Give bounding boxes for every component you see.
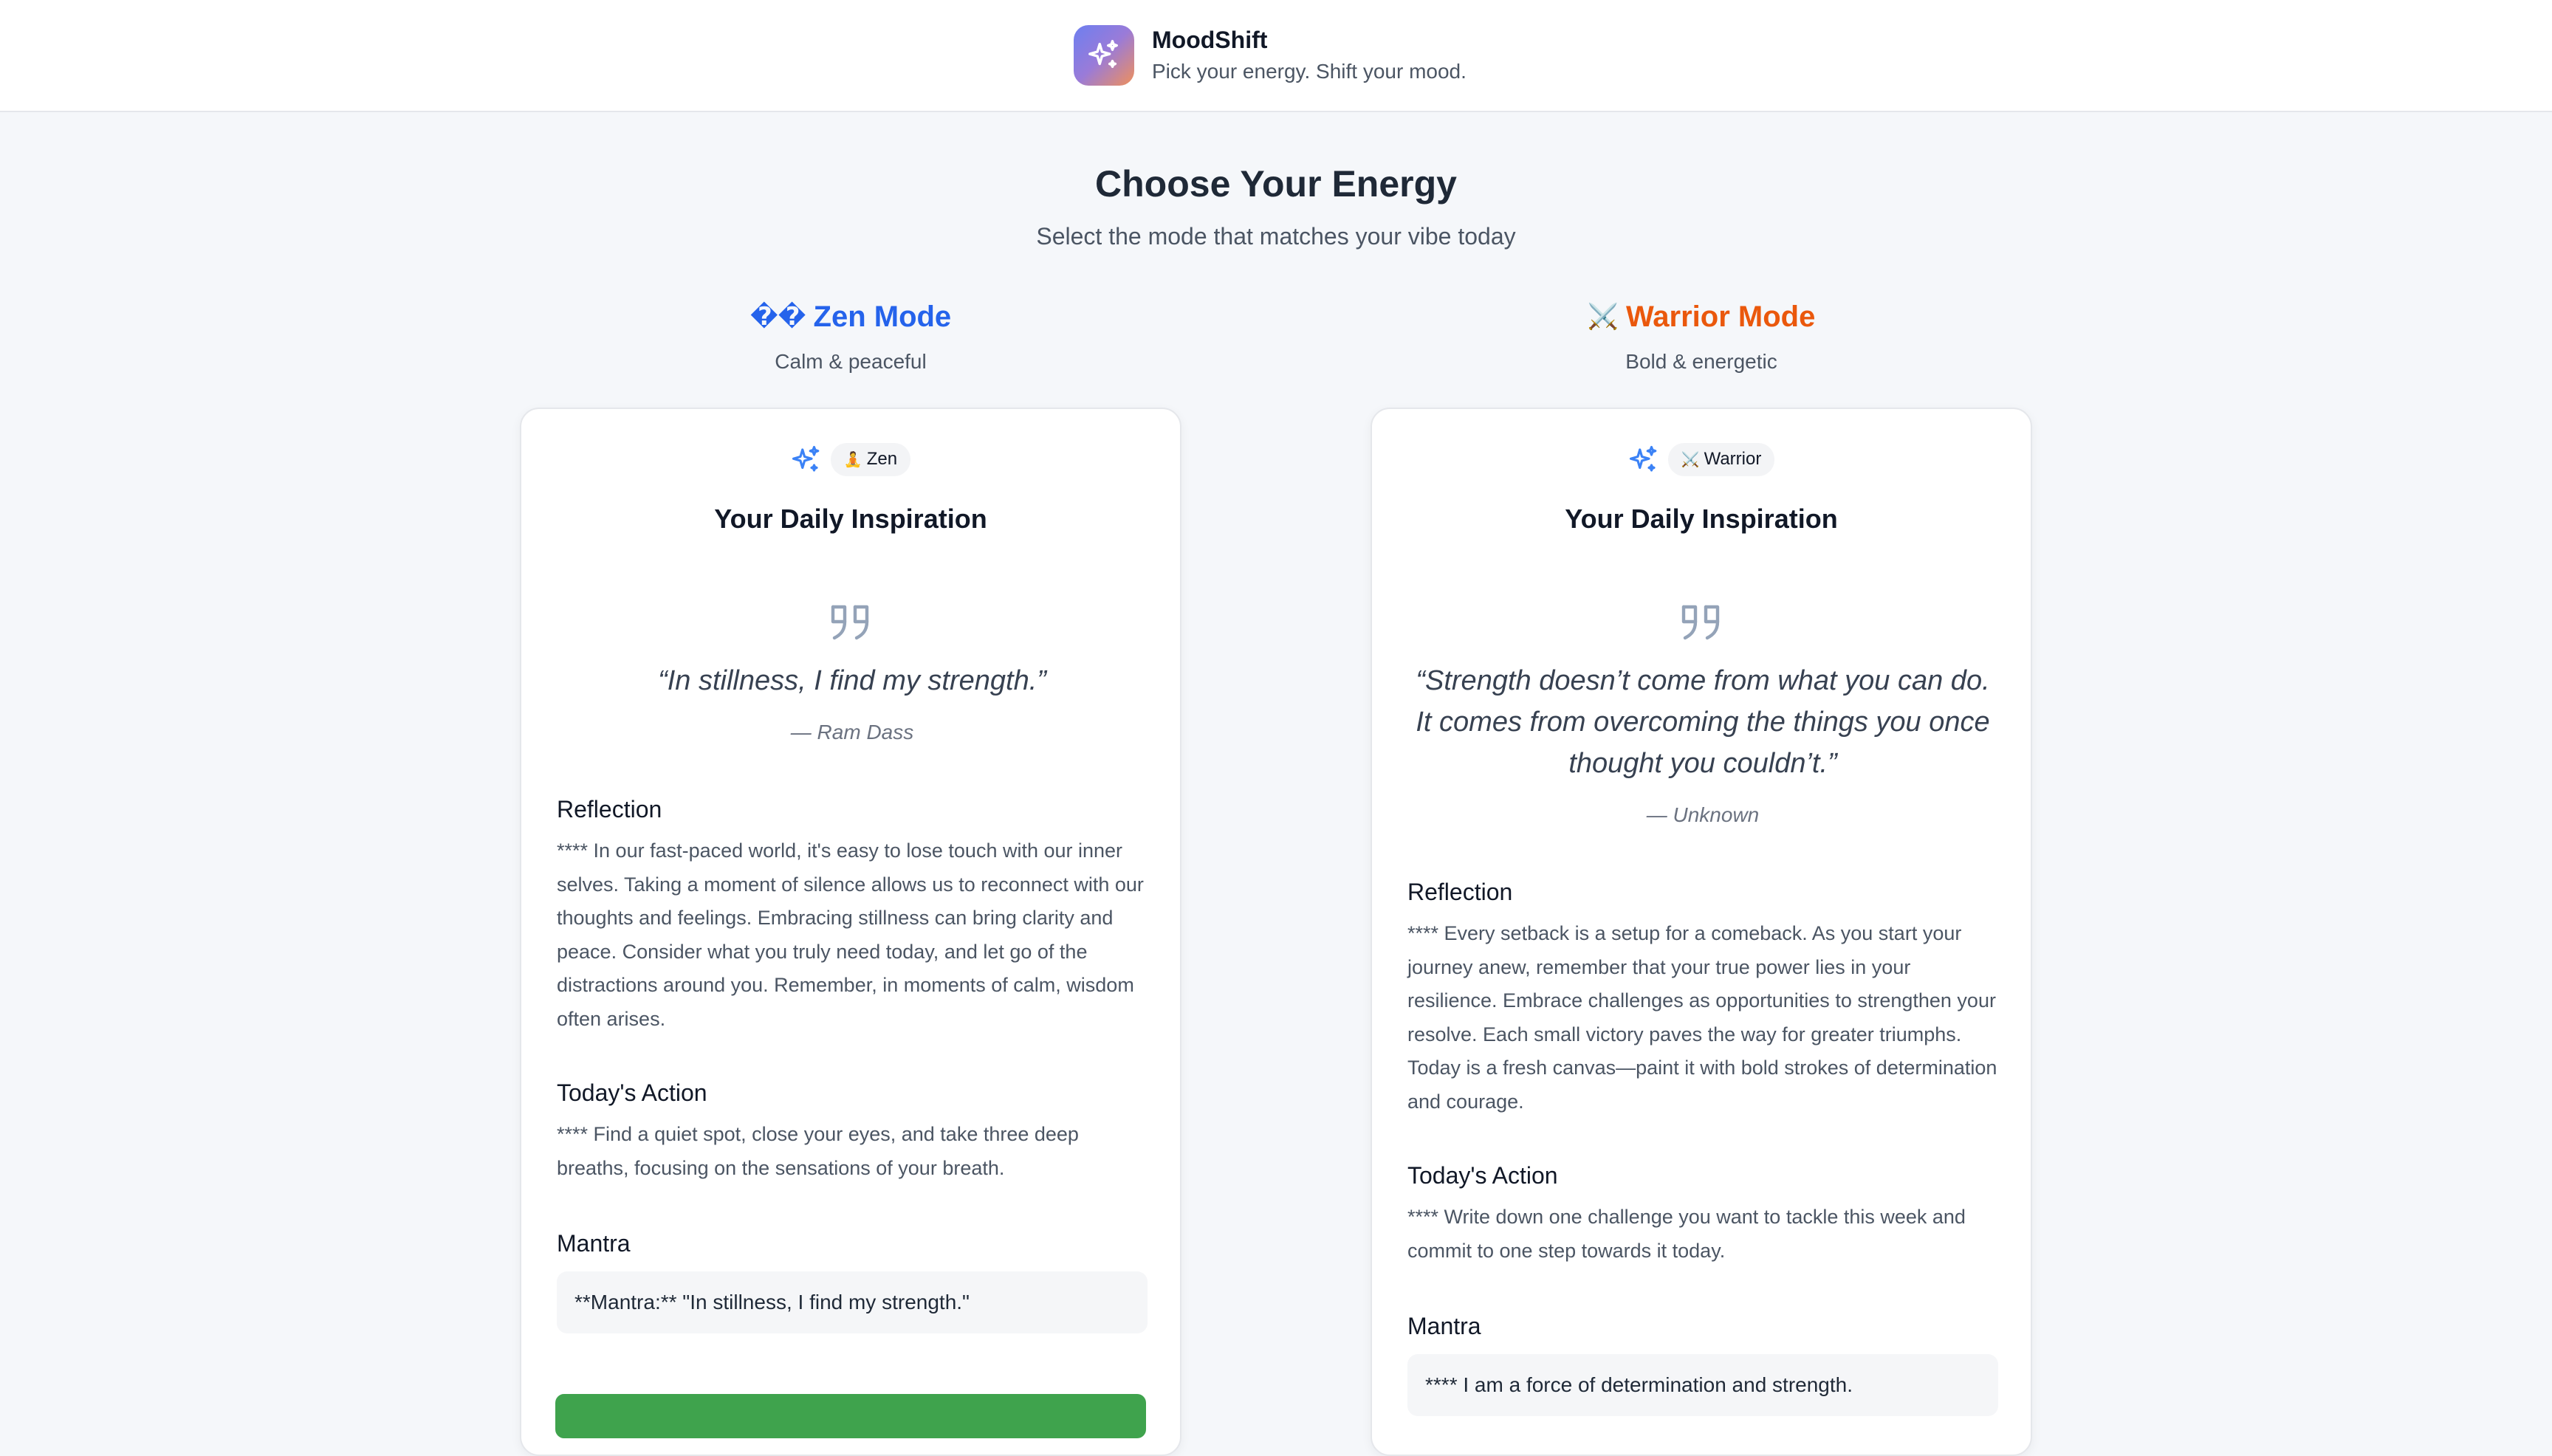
- brand[interactable]: MoodShift Pick your energy. Shift your m…: [1074, 25, 1467, 86]
- zen-glyph: ��: [750, 303, 806, 331]
- warrior-mode-heading[interactable]: ⚔️ Warrior Mode: [1371, 298, 2032, 335]
- warrior-quote-author: — Unknown: [1646, 803, 1760, 826]
- page-title: Choose Your Energy: [1095, 163, 1457, 205]
- warrior-mantra-text: **** I am a force of determination and s…: [1407, 1354, 1998, 1416]
- zen-quote-text: “In stillness, I find my strength.”: [658, 665, 1046, 696]
- crossed-swords-icon: ⚔️: [1587, 303, 1619, 331]
- zen-action-text: **** Find a quiet spot, close your eyes,…: [557, 1123, 1079, 1179]
- app-logo: [1074, 25, 1134, 86]
- zen-action-title: Today's Action: [557, 1079, 707, 1106]
- warrior-action-text: **** Write down one challenge you want t…: [1407, 1206, 1966, 1262]
- zen-card-title: Your Daily Inspiration: [714, 504, 987, 534]
- sparkles-icon: [1088, 40, 1118, 69]
- main-content: Choose Your Energy Select the mode that …: [0, 114, 2552, 1456]
- zen-badge-label: Zen: [866, 449, 898, 469]
- warrior-badge-label: Warrior: [1704, 449, 1762, 469]
- zen-action-section: Today's Action **** Find a quiet spot, c…: [557, 1078, 1148, 1185]
- zen-mode-title: Zen Mode: [813, 301, 952, 333]
- crossed-swords-icon: ⚔️: [1681, 452, 1700, 468]
- warrior-quote: “Strength doesn’t come from what you can…: [1407, 660, 1998, 828]
- sparkles-icon: [792, 445, 820, 472]
- zen-quote-author: — Ram Dass: [790, 721, 914, 744]
- zen-mantra-section: Mantra **Mantra:** "In stillness, I find…: [557, 1229, 1148, 1333]
- warrior-mode-column: ⚔️ Warrior Mode Bold & energetic ⚔️ Warri…: [1371, 298, 2032, 1456]
- zen-mode-tagline: Calm & peaceful: [775, 350, 927, 373]
- page-subtitle: Select the mode that matches your vibe t…: [1036, 223, 1516, 250]
- app-header: MoodShift Pick your energy. Shift your m…: [0, 0, 2552, 112]
- warrior-action-section: Today's Action **** Write down one chall…: [1407, 1161, 1998, 1268]
- warrior-reflection-text: **** Every setback is a setup for a come…: [1407, 922, 1997, 1113]
- quote-icon: [831, 605, 869, 640]
- warrior-reflection-title: Reflection: [1407, 879, 1513, 905]
- zen-mode-heading[interactable]: �� Zen Mode: [520, 298, 1181, 335]
- warrior-inspiration-card: ⚔️ Warrior Your Daily Inspiration “Streng…: [1371, 408, 2032, 1456]
- zen-reflection-text: **** In our fast-paced world, it's easy …: [557, 839, 1144, 1030]
- app-tagline: Pick your energy. Shift your mood.: [1152, 60, 1467, 83]
- zen-mantra-text: **Mantra:** "In stillness, I find my str…: [557, 1271, 1148, 1333]
- zen-mantra-title: Mantra: [557, 1230, 631, 1257]
- warrior-quote-text: “Strength doesn’t come from what you can…: [1416, 665, 1990, 779]
- warrior-mantra-title: Mantra: [1407, 1313, 1481, 1339]
- zen-mode-column: �� Zen Mode Calm & peaceful 🧘 Zen Your Da…: [520, 298, 1181, 1456]
- warrior-mode-title: Warrior Mode: [1626, 301, 1816, 333]
- warrior-reflection-section: Reflection **** Every setback is a setup…: [1407, 877, 1998, 1119]
- warrior-mantra-section: Mantra **** I am a force of determinatio…: [1407, 1311, 1998, 1416]
- zen-inspiration-card: 🧘 Zen Your Daily Inspiration “In stillnes…: [520, 408, 1181, 1456]
- zen-reflection-title: Reflection: [557, 796, 662, 823]
- sparkles-icon: [1629, 445, 1656, 472]
- app-title: MoodShift: [1152, 27, 1268, 53]
- warrior-action-title: Today's Action: [1407, 1162, 1558, 1189]
- zen-quote: “In stillness, I find my strength.” — Ra…: [557, 660, 1148, 746]
- zen-reflection-section: Reflection **** In our fast-paced world,…: [557, 794, 1148, 1036]
- warrior-card-title: Your Daily Inspiration: [1565, 504, 1838, 534]
- warrior-badge: ⚔️ Warrior: [1667, 443, 1775, 476]
- quote-icon: [1681, 605, 1720, 640]
- zen-action-button[interactable]: [555, 1394, 1146, 1438]
- meditation-icon: 🧘: [843, 452, 862, 468]
- zen-badge: 🧘 Zen: [830, 443, 911, 476]
- warrior-mode-tagline: Bold & energetic: [1625, 350, 1777, 373]
